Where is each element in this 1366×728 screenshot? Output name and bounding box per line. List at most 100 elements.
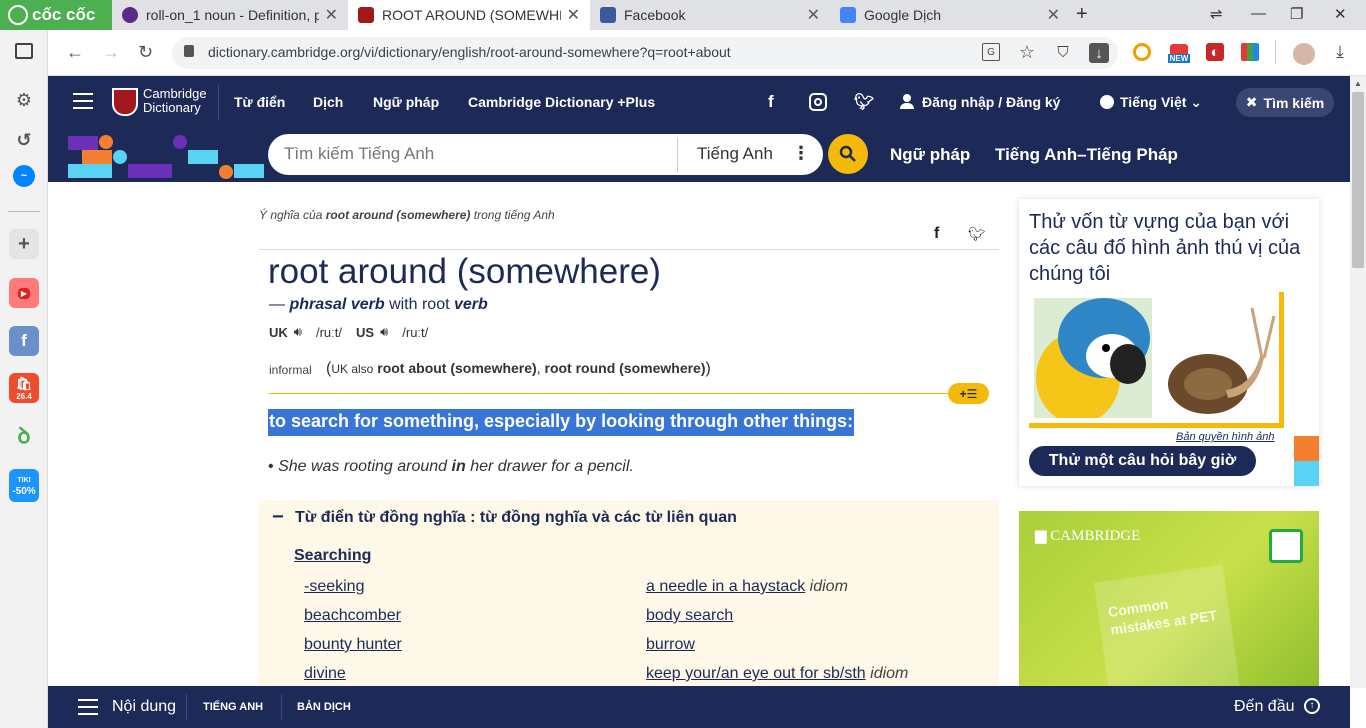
- lock-icon[interactable]: [184, 45, 194, 57]
- us-ipa: /ruːt/: [402, 324, 429, 340]
- coccoc-extension-icon[interactable]: [1133, 43, 1151, 61]
- dictionary-select[interactable]: Tiếng Anh: [697, 144, 773, 164]
- synonym-link[interactable]: bounty hunter: [304, 636, 402, 654]
- collapse-icon[interactable]: −: [272, 506, 284, 529]
- globe-icon[interactable]: [1100, 95, 1114, 109]
- tab-roll-on[interactable]: roll-on_1 noun - Definition, p ✕: [112, 0, 348, 30]
- twitter-icon[interactable]: 🐦︎: [854, 92, 874, 112]
- nav-grammar[interactable]: Ngữ pháp: [373, 94, 439, 110]
- arrow-up-icon[interactable]: ↑: [1304, 698, 1320, 714]
- reload-icon[interactable]: ↻: [138, 42, 153, 63]
- add-to-list-button[interactable]: +☰: [948, 383, 989, 404]
- tiki-icon[interactable]: TIKI -50%: [9, 469, 39, 502]
- tab-english[interactable]: TIẾNG ANH: [203, 701, 263, 713]
- user-icon[interactable]: [900, 94, 914, 110]
- menu-icon[interactable]: [73, 93, 93, 109]
- synonym-link[interactable]: beachcomber: [304, 607, 401, 625]
- uk-audio-icon[interactable]: 🔊︎: [294, 324, 302, 340]
- settings-icon[interactable]: ⚙: [9, 85, 39, 115]
- tiki-label: TIKI: [17, 476, 31, 484]
- url-text[interactable]: dictionary.cambridge.org/vi/dictionary/e…: [208, 44, 731, 60]
- coccoc-menu-button[interactable]: cốc cốc: [0, 0, 112, 30]
- minimize-icon[interactable]: —: [1251, 5, 1266, 22]
- news-extension-icon[interactable]: NEW: [1166, 41, 1192, 65]
- english-french-link[interactable]: Tiếng Anh–Tiếng Pháp: [995, 145, 1178, 165]
- snail-image: [1156, 298, 1276, 418]
- bookmark-star-icon[interactable]: ☆: [1018, 42, 1036, 62]
- language-selector[interactable]: Tiếng Việt ⌄: [1120, 94, 1202, 111]
- search-button[interactable]: [828, 134, 868, 174]
- more-options-icon[interactable]: ⋮: [792, 143, 810, 164]
- scrollbar-thumb[interactable]: [1352, 92, 1364, 268]
- site-logo-text[interactable]: Cambridge Dictionary: [143, 87, 207, 115]
- window-close-icon[interactable]: ✕: [1334, 5, 1347, 23]
- profile-avatar[interactable]: [1293, 43, 1315, 65]
- login-link[interactable]: Đăng nhập / Đăng ký: [922, 94, 1060, 110]
- synonym-link[interactable]: divine: [304, 665, 346, 683]
- share-facebook-icon[interactable]: f: [934, 225, 939, 243]
- tab-translation[interactable]: BẢN DỊCH: [297, 701, 351, 713]
- youtube-icon[interactable]: ▶: [9, 278, 39, 308]
- tab-facebook[interactable]: Facebook ✕: [590, 0, 830, 30]
- downloads-icon[interactable]: ⤓: [1331, 42, 1349, 61]
- new-tab-icon[interactable]: +: [1076, 3, 1088, 26]
- pos-label: phrasal verb: [289, 296, 385, 313]
- shopee-icon[interactable]: 🛍 26.4: [9, 373, 39, 403]
- ad-brand: ▆ CAMBRIDGE: [1035, 526, 1140, 545]
- messenger-icon[interactable]: ~: [13, 165, 35, 187]
- history-icon[interactable]: ↺: [9, 125, 39, 155]
- shield-icon[interactable]: ⛉: [1054, 43, 1072, 61]
- thesaurus-category[interactable]: Searching: [294, 547, 371, 565]
- decorative-block: [1294, 436, 1319, 461]
- restore-icon[interactable]: ❐: [1290, 5, 1303, 23]
- contents-menu-icon[interactable]: [78, 699, 98, 715]
- share-twitter-icon[interactable]: 🐦︎: [968, 226, 986, 243]
- tab-google-translate[interactable]: Google Dịch ✕: [830, 0, 1070, 30]
- search-input[interactable]: [284, 141, 669, 167]
- download-page-icon[interactable]: ↓: [1089, 43, 1109, 63]
- nav-translate[interactable]: Dịch: [313, 94, 343, 110]
- nav-dictionary[interactable]: Từ điển: [234, 94, 285, 110]
- try-quiz-button[interactable]: Thử một câu hỏi bây giờ: [1029, 446, 1256, 476]
- forward-icon[interactable]: →: [102, 42, 120, 63]
- color-extension-icon[interactable]: [1241, 43, 1259, 61]
- synonym-link[interactable]: a needle in a haystack: [646, 578, 805, 595]
- scroll-up-icon[interactable]: ▲: [1354, 79, 1362, 88]
- close-icon[interactable]: ✕: [807, 5, 820, 25]
- close-icon[interactable]: ✕: [567, 5, 580, 25]
- add-panel-icon[interactable]: +: [9, 229, 39, 259]
- back-to-top-link[interactable]: Đến đầu: [1234, 698, 1295, 716]
- sidebar-toggle-icon[interactable]: [15, 43, 33, 59]
- facebook-icon[interactable]: f: [768, 92, 774, 112]
- search-toggle-button[interactable]: ✖ Tìm kiếm: [1236, 88, 1334, 117]
- tab-title: roll-on_1 noun - Definition, p: [146, 7, 319, 23]
- thesaurus-title[interactable]: Từ điển từ đồng nghĩa : từ đồng nghĩa và…: [295, 509, 737, 527]
- nav-plus[interactable]: Cambridge Dictionary +Plus: [468, 94, 655, 110]
- tab-root-around[interactable]: ROOT AROUND (SOMEWHERE ✕: [348, 0, 590, 30]
- synonym-link[interactable]: keep your/an eye out for sb/sth: [646, 665, 866, 682]
- pronunciation: UK 🔊︎ /ruːt/ US 🔊︎ /ruːt/: [269, 324, 428, 340]
- back-icon[interactable]: ←: [66, 42, 84, 63]
- cambridge-shield-icon[interactable]: [112, 88, 138, 116]
- image-credit-link[interactable]: Bản quyền hình ảnh: [1176, 431, 1274, 443]
- advertisement[interactable]: ▆ CAMBRIDGE Common mistakes at PET: [1019, 511, 1319, 687]
- variant-2: root round (somewhere): [544, 360, 706, 376]
- close-icon[interactable]: ✕: [1047, 5, 1060, 25]
- translate-icon[interactable]: G: [982, 43, 1000, 61]
- adblock-extension-icon[interactable]: ◐: [1206, 43, 1224, 61]
- close-icon[interactable]: ✕: [325, 5, 338, 25]
- synonym-link[interactable]: burrow: [646, 636, 695, 653]
- grammar-link[interactable]: Ngữ pháp: [890, 145, 970, 165]
- synonym-link[interactable]: body search: [646, 607, 733, 624]
- instagram-icon[interactable]: [809, 93, 827, 111]
- contents-link[interactable]: Nội dung: [112, 698, 176, 716]
- coccoc-leaf-icon[interactable]: ꝺ: [9, 420, 39, 450]
- facebook-icon[interactable]: f: [9, 326, 39, 356]
- tab-search-icon[interactable]: ⇌: [1210, 5, 1223, 23]
- close-icon: ✖: [1245, 94, 1258, 110]
- ad-shield-icon: ▆: [1035, 528, 1047, 544]
- synonym-link[interactable]: -seeking: [304, 578, 364, 596]
- shopee-badge: 26.4: [16, 391, 32, 401]
- register-label: informal: [269, 363, 312, 377]
- us-audio-icon[interactable]: 🔊︎: [380, 324, 388, 340]
